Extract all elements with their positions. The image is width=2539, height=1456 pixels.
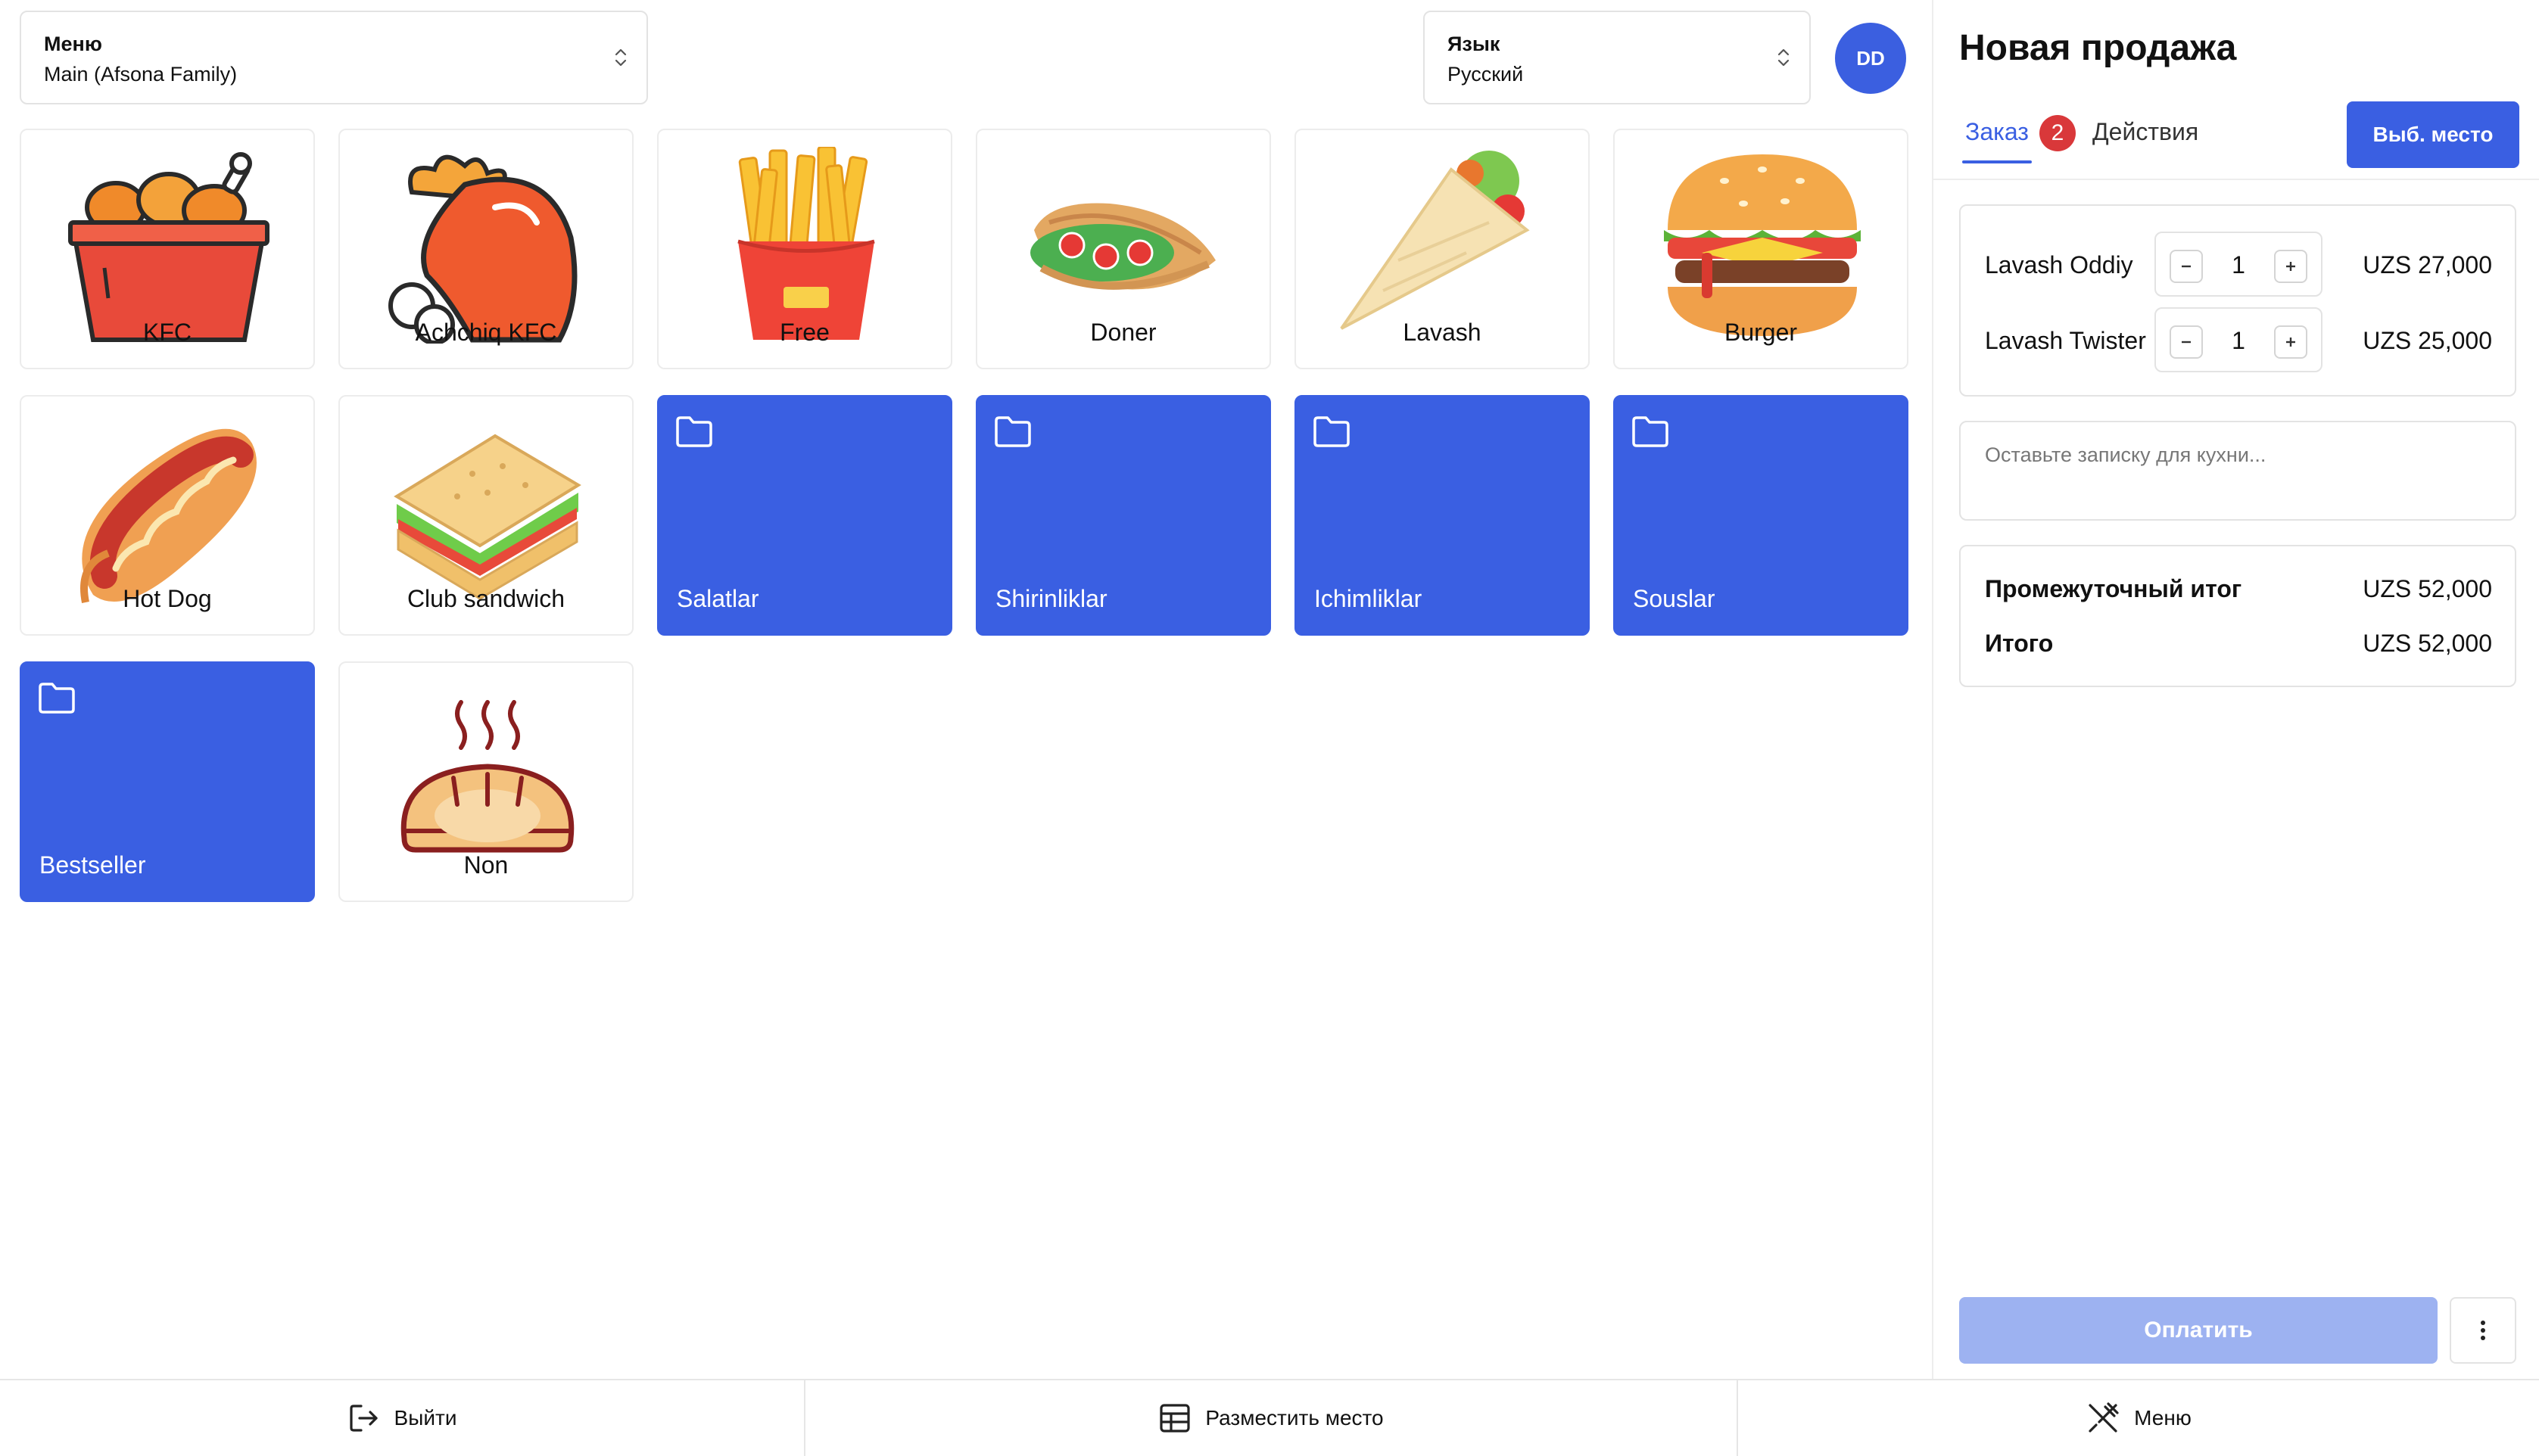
totals-box: Промежуточный итог UZS 52,000 Итого UZS …	[1959, 545, 2516, 687]
place-table-button[interactable]: Разместить место	[804, 1380, 1737, 1456]
category-tile-burger[interactable]: Burger	[1613, 129, 1908, 369]
category-tile-lavash[interactable]: Lavash	[1294, 129, 1590, 369]
order-item-name: Lavash Twister	[1985, 327, 2146, 354]
french-fries-icon	[737, 147, 875, 340]
logout-label: Выйти	[394, 1406, 457, 1430]
tab-actions[interactable]: Действия	[2092, 118, 2198, 146]
language-select-value: Русский	[1447, 63, 1524, 86]
total-value: UZS 52,000	[2363, 630, 2492, 657]
folder-label: Bestseller	[39, 851, 146, 879]
category-label: Hot Dog	[123, 585, 212, 612]
folder-label: Salatlar	[677, 585, 759, 612]
plus-icon	[2286, 262, 2295, 271]
order-item: Lavash Twister 1 UZS 25,000	[1961, 307, 2515, 375]
category-tile-doner[interactable]: Doner	[976, 129, 1271, 369]
menu-nav-button[interactable]: Меню	[1737, 1380, 2539, 1456]
folder-tile-bestseller[interactable]: Bestseller	[20, 661, 315, 902]
folder-tile-ichimliklar[interactable]: Ichimliklar	[1294, 395, 1590, 636]
order-item-price: UZS 25,000	[2363, 327, 2492, 354]
quantity-stepper: 1	[2154, 307, 2322, 372]
subtotal-label: Промежуточный итог	[1985, 575, 2242, 602]
folder-label: Ichimliklar	[1314, 585, 1422, 612]
folder-tile-souslar[interactable]: Souslar	[1613, 395, 1908, 636]
sandwich-icon	[394, 434, 581, 600]
folder-icon	[1632, 416, 1668, 447]
folder-icon	[995, 416, 1031, 447]
chevron-updown-icon	[1777, 48, 1790, 67]
fried-chicken-bucket-icon	[68, 152, 269, 342]
folder-label: Souslar	[1633, 585, 1715, 612]
menu-select-value: Main (Afsona Family)	[44, 63, 238, 86]
increase-button[interactable]	[2274, 325, 2307, 359]
table-grid-icon	[1160, 1404, 1190, 1433]
spicy-chicken-leg-icon	[388, 154, 578, 344]
language-select[interactable]: Язык Русский	[1423, 11, 1811, 104]
tab-active-indicator	[1962, 160, 2032, 163]
folder-icon	[1313, 416, 1350, 447]
folder-icon	[676, 416, 712, 447]
plus-icon	[2286, 338, 2295, 347]
category-tile-achchiq-kfc[interactable]: Achchiq KFC	[338, 129, 634, 369]
subtotal-row: Промежуточный итог UZS 52,000	[1985, 575, 2492, 605]
sale-panel: Новая продажа Заказ 2 Действия Выб. мест…	[1932, 0, 2539, 1382]
burger-icon	[1664, 154, 1861, 336]
category-label: Non	[463, 851, 509, 879]
order-item: Lavash Oddiy 1 UZS 27,000	[1961, 232, 2515, 300]
category-label: Doner	[1090, 319, 1157, 346]
panel-title: Новая продажа	[1959, 28, 2237, 68]
category-label: Free	[780, 319, 830, 346]
select-place-button[interactable]: Выб. место	[2347, 101, 2519, 168]
category-label: Burger	[1724, 319, 1798, 346]
quantity-stepper: 1	[2154, 232, 2322, 297]
doner-icon	[1030, 203, 1216, 290]
category-tile-hot-dog[interactable]: Hot Dog	[20, 395, 315, 636]
order-item-name: Lavash Oddiy	[1985, 251, 2133, 278]
category-tile-kfc[interactable]: KFC	[20, 129, 315, 369]
lavash-wrap-icon	[1340, 151, 1530, 330]
language-select-label: Язык	[1447, 33, 1500, 55]
folder-label: Shirinliklar	[995, 585, 1108, 612]
category-label: KFC	[143, 319, 192, 346]
order-item-price: UZS 27,000	[2363, 251, 2492, 278]
chevron-updown-icon	[615, 48, 627, 67]
menu-select[interactable]: Меню Main (Afsona Family)	[20, 11, 648, 104]
menu-select-label: Меню	[44, 33, 102, 55]
divider	[1933, 179, 2539, 180]
folder-icon	[39, 683, 75, 714]
menu-nav-label: Меню	[2134, 1406, 2192, 1430]
category-tile-free[interactable]: Free	[657, 129, 952, 369]
increase-button[interactable]	[2274, 250, 2307, 283]
hot-dog-icon	[80, 428, 257, 603]
more-vertical-icon	[2481, 1321, 2485, 1340]
kitchen-note-input[interactable]	[1959, 421, 2516, 521]
bottom-navigation: Выйти Разместить место Меню	[0, 1379, 2539, 1456]
utensils-crossed-icon	[2089, 1402, 2119, 1433]
total-label: Итого	[1985, 630, 2054, 657]
total-row: Итого UZS 52,000	[1985, 630, 2492, 660]
logout-button[interactable]: Выйти	[0, 1380, 804, 1456]
logout-icon	[349, 1405, 378, 1432]
user-avatar[interactable]: DD	[1835, 23, 1906, 94]
subtotal-value: UZS 52,000	[2363, 575, 2492, 602]
place-table-label: Разместить место	[1205, 1406, 1384, 1430]
more-options-button[interactable]	[2450, 1297, 2516, 1364]
category-label: Achchiq KFC	[415, 319, 557, 346]
category-label: Club sandwich	[407, 585, 565, 612]
order-count-badge: 2	[2039, 115, 2076, 151]
pay-button[interactable]: Оплатить	[1959, 1297, 2438, 1364]
order-items-list: Lavash Oddiy 1 UZS 27,000 Lavash Twister…	[1959, 204, 2516, 397]
category-label: Lavash	[1403, 319, 1481, 346]
folder-tile-salatlar[interactable]: Salatlar	[657, 395, 952, 636]
category-tile-club-sandwich[interactable]: Club sandwich	[338, 395, 634, 636]
category-tile-non[interactable]: Non	[338, 661, 634, 902]
bread-icon	[400, 700, 575, 853]
folder-tile-shirinliklar[interactable]: Shirinliklar	[976, 395, 1271, 636]
tab-order[interactable]: Заказ	[1965, 118, 2029, 146]
